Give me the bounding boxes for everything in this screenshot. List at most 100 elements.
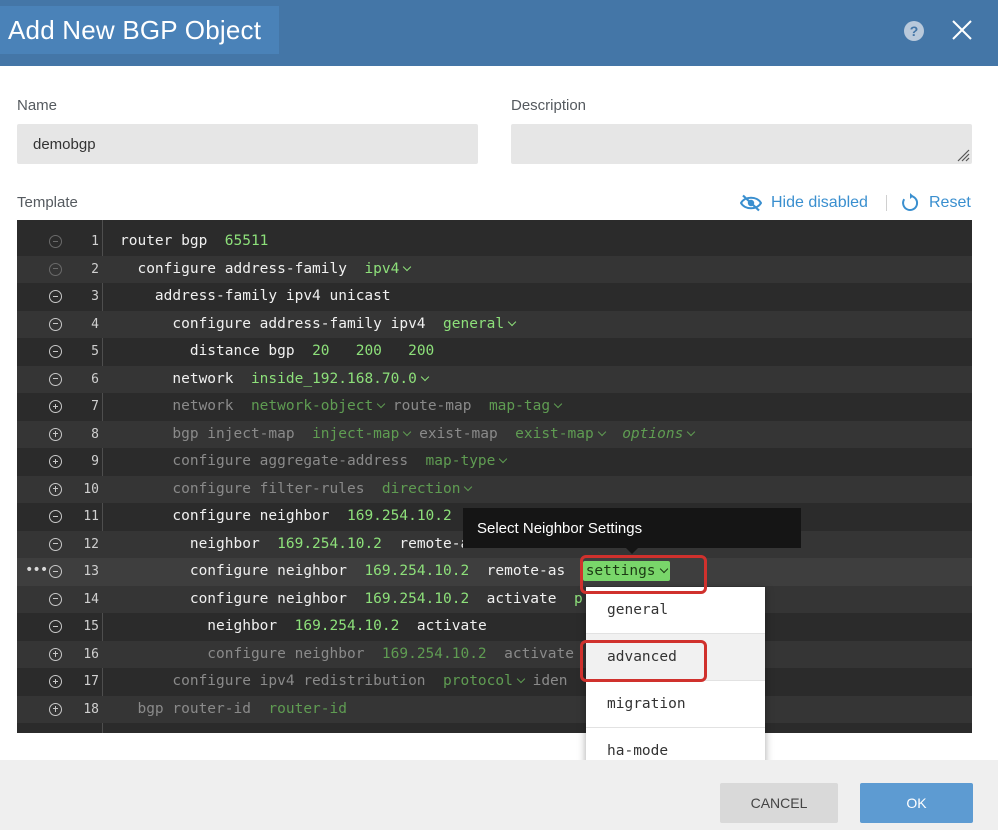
token-text: activate — [486, 645, 574, 662]
code-token: 169.254.10.2 — [364, 563, 469, 579]
token-text: 169.254.10.2 — [364, 590, 470, 607]
code-token: 169.254.10.2 — [382, 646, 487, 662]
code-token: neighbor — [120, 618, 295, 634]
token-text: configure filter-rules — [120, 480, 382, 497]
chevron-down-icon — [553, 399, 563, 409]
collapse-toggle-icon[interactable] — [49, 262, 62, 276]
template-param-dropdown[interactable]: map-type — [425, 453, 508, 469]
code-token: exist-map — [410, 426, 515, 442]
code-token: bgp router-id — [120, 701, 268, 717]
collapse-toggle-icon[interactable] — [49, 510, 62, 523]
token-text: network — [120, 398, 251, 414]
code-token: configure filter-rules — [120, 481, 382, 497]
code-line: 16 configure neighbor 169.254.10.2 activ… — [17, 640, 972, 669]
token-text: configure address-family ipv4 — [120, 315, 444, 332]
code-text: configure address-family ipv4 — [120, 256, 412, 284]
token-text: 169.254.10.2 — [277, 535, 382, 552]
expand-toggle-icon[interactable] — [49, 702, 62, 716]
code-token: network — [120, 398, 251, 414]
template-param-dropdown[interactable]: exist-map — [515, 425, 606, 442]
code-text: configure neighbor 169.254.10.2 activate — [120, 641, 574, 669]
template-param-dropdown[interactable]: direction — [382, 481, 473, 497]
code-token: distance bgp — [120, 343, 312, 359]
token-text: network-object — [250, 398, 374, 414]
collapse-toggle-icon[interactable] — [49, 345, 62, 358]
collapse-toggle-icon[interactable] — [49, 372, 62, 386]
reset-button[interactable]: Reset — [901, 192, 971, 214]
code-text: configure ipv4 redistribution protocol i… — [120, 668, 567, 696]
close-icon[interactable] — [948, 16, 976, 44]
code-text: configure filter-rules direction — [120, 476, 473, 504]
code-token: configure aggregate-address — [120, 453, 426, 469]
expand-toggle-icon[interactable] — [49, 647, 62, 661]
collapse-toggle-icon[interactable] — [49, 537, 62, 551]
template-editor[interactable]: 1 router bgp 65511 2 configure address-fam… — [17, 220, 972, 733]
template-param-dropdown[interactable]: inside_192.168.70.0 — [250, 370, 430, 387]
expand-toggle-icon[interactable] — [49, 482, 62, 496]
collapse-toggle-icon[interactable] — [49, 290, 62, 303]
help-icon[interactable]: ? — [904, 21, 924, 41]
token-text: exist-map — [410, 425, 516, 442]
token-text: 169.254.10.2 — [346, 508, 452, 524]
token-text: router bgp — [120, 233, 225, 249]
code-token: p — [574, 591, 583, 607]
hide-disabled-button[interactable]: Hide disabled — [740, 192, 868, 214]
template-param-dropdown[interactable]: map-tag — [489, 398, 563, 414]
more-dots-icon[interactable]: ••• — [25, 557, 48, 585]
neighbor-settings-tooltip: Select Neighbor Settings — [463, 508, 801, 548]
line-number: 15 — [83, 619, 99, 634]
token-text: inside_192.168.70.0 — [250, 370, 417, 387]
line-number: 10 — [83, 481, 99, 497]
code-line: 18 bgp router-id router-id — [17, 695, 972, 723]
collapse-toggle-icon[interactable] — [49, 592, 62, 606]
line-number: 17 — [83, 674, 99, 689]
code-token: 169.254.10.2 — [347, 508, 452, 524]
expand-toggle-icon[interactable] — [49, 455, 62, 468]
code-line: 14 configure neighbor 169.254.10.2 activ… — [17, 585, 972, 613]
token-text: neighbor — [120, 535, 278, 552]
collapse-toggle-icon[interactable] — [49, 317, 62, 331]
code-text: configure address-family ipv4 general — [120, 311, 517, 339]
code-line: 17 configure ipv4 redistribution protoco… — [17, 668, 972, 696]
code-token — [605, 426, 622, 442]
name-field[interactable] — [17, 124, 478, 164]
token-text: map-type — [425, 453, 496, 469]
cancel-button[interactable]: CANCEL — [720, 783, 838, 823]
collapse-toggle-icon[interactable] — [49, 565, 62, 578]
code-token: route-map — [384, 398, 489, 414]
collapse-toggle-icon[interactable] — [49, 235, 62, 248]
code-text: configure aggregate-address map-type — [120, 448, 508, 476]
template-param-dropdown[interactable]: inject-map — [312, 426, 412, 442]
template-param-dropdown[interactable]: ipv4 — [364, 261, 412, 277]
resize-grip-icon[interactable] — [956, 148, 970, 162]
collapse-toggle-icon[interactable] — [49, 620, 62, 633]
code-token: network — [120, 371, 251, 387]
expand-toggle-icon[interactable] — [49, 400, 62, 413]
token-text: remote-as — [469, 563, 583, 579]
token-text: router-id — [268, 700, 347, 717]
settings-callout-box — [580, 555, 707, 594]
line-number: 11 — [83, 509, 99, 524]
template-param-dropdown[interactable]: options — [622, 426, 696, 442]
dropdown-item-general[interactable]: general — [586, 587, 765, 634]
template-param-dropdown[interactable]: general — [443, 316, 517, 332]
code-token: configure neighbor — [120, 508, 347, 524]
template-param-dropdown[interactable]: network-object — [250, 398, 386, 414]
dropdown-item-migration[interactable]: migration — [586, 681, 765, 728]
chevron-down-icon — [464, 482, 473, 491]
expand-toggle-icon[interactable] — [49, 675, 62, 688]
token-text: exist-map — [515, 425, 594, 442]
advanced-callout-box — [580, 640, 707, 682]
code-token: configure ipv4 redistribution — [120, 673, 443, 689]
code-line: 3 address-family ipv4 unicast — [17, 283, 972, 311]
description-field[interactable] — [511, 124, 972, 164]
code-token: configure neighbor — [120, 591, 364, 607]
code-token: activate — [487, 646, 574, 662]
chevron-down-icon — [403, 262, 412, 271]
code-text: network inside_192.168.70.0 — [120, 366, 430, 394]
line-number: 7 — [91, 399, 99, 414]
expand-toggle-icon[interactable] — [49, 427, 62, 441]
ok-button[interactable]: OK — [860, 783, 973, 823]
template-param-dropdown[interactable]: protocol — [443, 673, 526, 689]
